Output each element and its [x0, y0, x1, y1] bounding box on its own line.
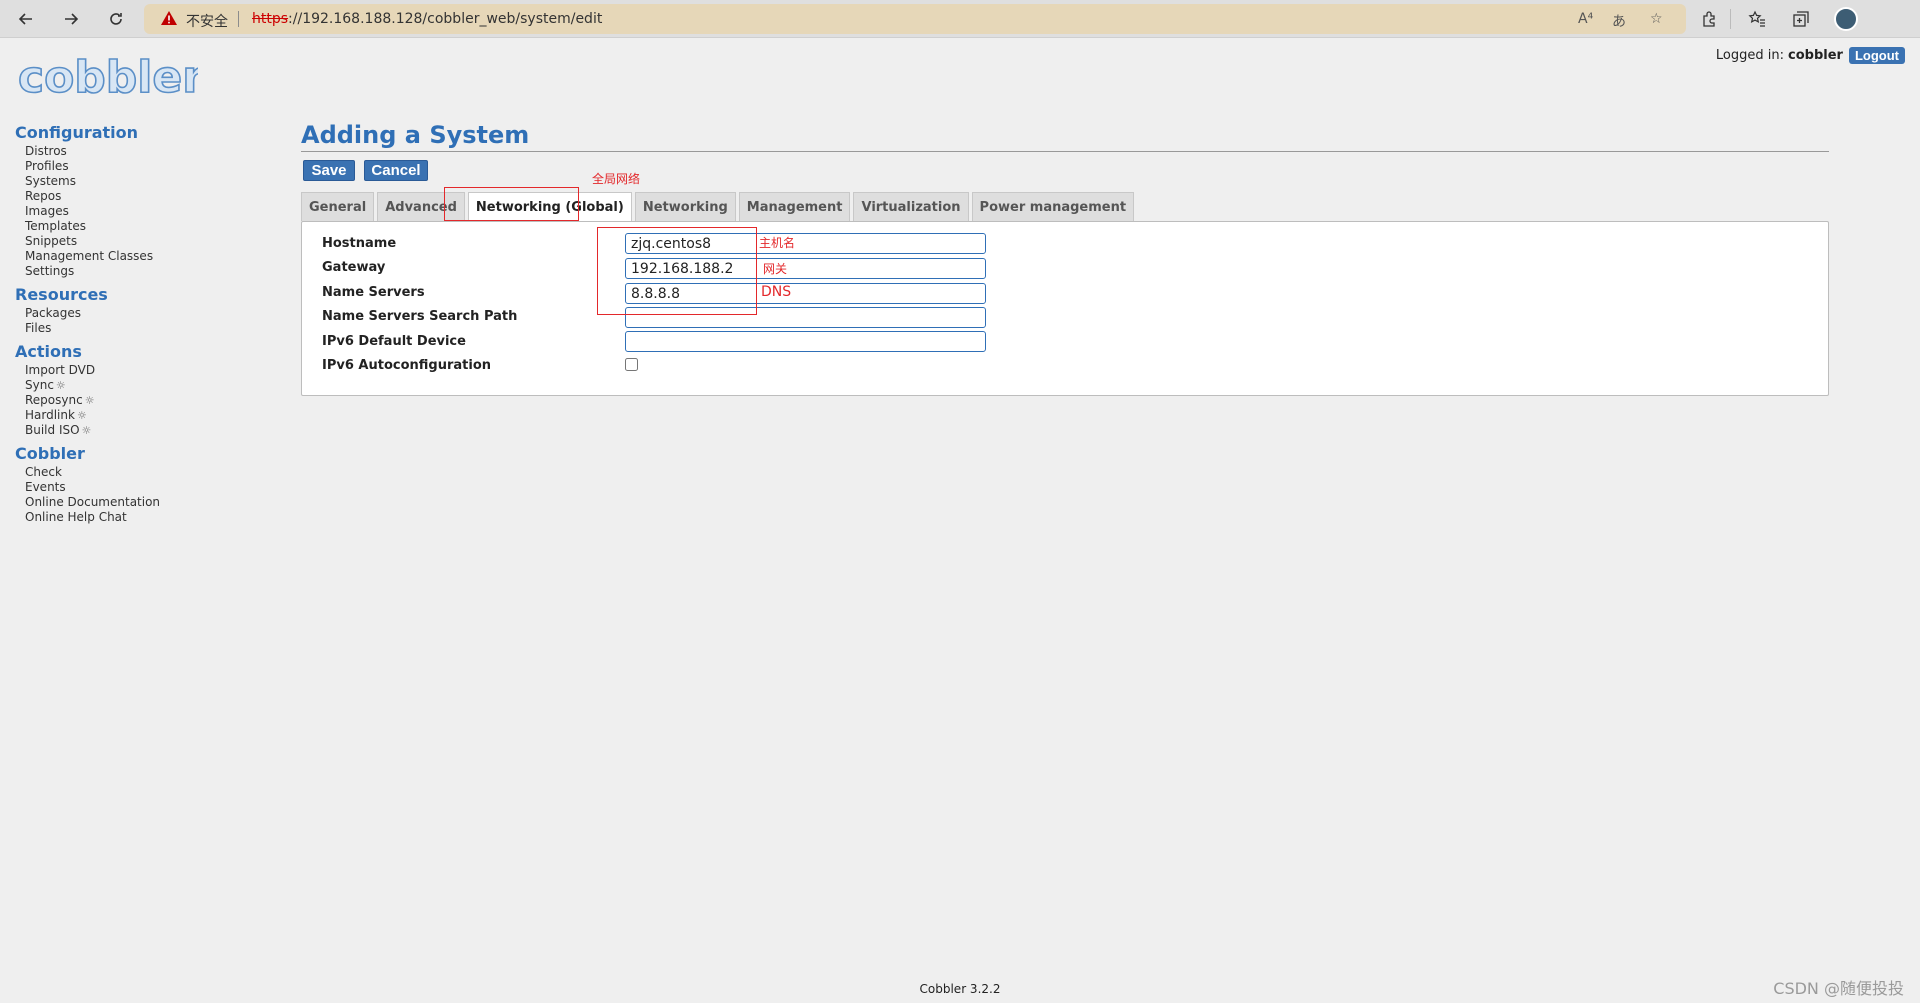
favorite-add-icon[interactable]: ☆ [1650, 11, 1663, 27]
tab-general[interactable]: General [301, 192, 375, 221]
sidebar-item-label: Sync [25, 378, 54, 392]
warning-icon[interactable] [160, 10, 178, 30]
networking-global-panel: Hostname Gateway Name Servers Name Serve… [301, 221, 1829, 396]
sidebar-item-label: Hardlink [25, 408, 75, 422]
address-bar[interactable]: 不安全 https://192.168.188.128/cobbler_web/… [144, 4, 1686, 34]
page: cobbler cobbler Logged in: cobbler Logou… [0, 39, 1920, 1003]
sidebar-heading-configuration[interactable]: Configuration [15, 123, 265, 142]
logout-button[interactable]: Logout [1848, 47, 1905, 64]
reload-icon[interactable] [104, 7, 128, 31]
sidebar-heading-resources[interactable]: Resources [15, 285, 265, 304]
url-path: ://192.168.188.128/cobbler_web/system/ed… [288, 11, 603, 27]
browser-toolbar: 不安全 https://192.168.188.128/cobbler_web/… [0, 0, 1920, 38]
ipv6-default-device-label: IPv6 Default Device [322, 334, 466, 349]
watermark: CSDN @随便投投 [1773, 979, 1904, 998]
logo-text: cobbler [18, 52, 198, 103]
annotation-box-fields [597, 227, 757, 315]
logged-in-user: cobbler [1788, 48, 1843, 63]
tab-networking[interactable]: Networking [634, 192, 736, 221]
toolbar-separator [1730, 9, 1731, 29]
sidebar-item-systems[interactable]: Systems [25, 174, 265, 189]
annotation-gateway: 网关 [763, 262, 788, 276]
profile-avatar[interactable] [1834, 7, 1858, 31]
sidebar-item-settings[interactable]: Settings [25, 264, 265, 279]
gear-icon: ☼ [81, 424, 92, 437]
sidebar-heading-cobbler[interactable]: Cobbler [15, 444, 265, 463]
sidebar-item-packages[interactable]: Packages [25, 306, 265, 321]
page-title: Adding a System [301, 121, 530, 149]
tab-virtualization[interactable]: Virtualization [853, 192, 969, 221]
ipv6-default-device-input[interactable] [625, 331, 986, 352]
sidebar-item-repos[interactable]: Repos [25, 189, 265, 204]
forward-icon[interactable] [59, 7, 83, 31]
tab-management[interactable]: Management [738, 192, 851, 221]
sidebar-list-resources: Packages Files [25, 306, 265, 336]
sidebar-item-build-iso[interactable]: Build ISO ☼ [25, 423, 265, 438]
tab-bar: General Advanced Networking (Global) Net… [301, 192, 1137, 221]
gateway-label: Gateway [322, 260, 386, 275]
sidebar-item-sync[interactable]: Sync ☼ [25, 378, 265, 393]
logged-in-label: Logged in: [1715, 48, 1785, 63]
login-status: Logged in: cobbler Logout [1716, 47, 1905, 64]
sidebar-list-configuration: Distros Profiles Systems Repos Images Te… [25, 144, 265, 279]
annotation-global-network: 全局网络 [592, 172, 641, 186]
annotation-dns: DNS [761, 284, 792, 300]
hostname-label: Hostname [322, 236, 397, 251]
sidebar-item-templates[interactable]: Templates [25, 219, 265, 234]
annotation-hostname: 主机名 [759, 236, 796, 250]
cancel-button[interactable]: Cancel [364, 160, 428, 181]
sidebar-item-label: Build ISO [25, 423, 80, 437]
sidebar-item-profiles[interactable]: Profiles [25, 159, 265, 174]
sidebar-item-files[interactable]: Files [25, 321, 265, 336]
footer-version: Cobbler 3.2.2 [919, 982, 1001, 996]
name-servers-label: Name Servers [322, 285, 425, 300]
address-separator [238, 11, 239, 27]
ipv6-autoconfig-checkbox[interactable] [625, 358, 638, 371]
url-protocol: https [252, 11, 289, 27]
gear-icon: ☼ [55, 379, 66, 392]
sidebar-list-cobbler: Check Events Online Documentation Online… [25, 465, 265, 525]
read-aloud-icon[interactable]: A⁴ [1578, 11, 1593, 27]
extensions-icon[interactable] [1698, 8, 1720, 30]
sidebar-item-import-dvd[interactable]: Import DVD [25, 363, 265, 378]
sidebar-item-online-documentation[interactable]: Online Documentation [25, 495, 265, 510]
annotation-box-tab [444, 187, 579, 221]
sidebar-heading-actions[interactable]: Actions [15, 342, 265, 361]
sidebar-item-reposync[interactable]: Reposync ☼ [25, 393, 265, 408]
title-divider [301, 151, 1829, 152]
back-icon[interactable] [14, 7, 38, 31]
save-button[interactable]: Save [303, 160, 355, 181]
translate-icon[interactable]: あ [1612, 11, 1626, 31]
favorites-icon[interactable] [1746, 8, 1768, 30]
sidebar-item-check[interactable]: Check [25, 465, 265, 480]
sidebar: Configuration Distros Profiles Systems R… [15, 123, 265, 531]
cobbler-logo[interactable]: cobbler cobbler [17, 51, 205, 133]
name-servers-search-label: Name Servers Search Path [322, 309, 518, 324]
sidebar-item-hardlink[interactable]: Hardlink ☼ [25, 408, 265, 423]
sidebar-item-images[interactable]: Images [25, 204, 265, 219]
sidebar-item-events[interactable]: Events [25, 480, 265, 495]
gear-icon: ☼ [76, 409, 87, 422]
collections-icon[interactable] [1790, 8, 1812, 30]
sidebar-item-snippets[interactable]: Snippets [25, 234, 265, 249]
gear-icon: ☼ [84, 394, 95, 407]
tab-power-management[interactable]: Power management [971, 192, 1135, 221]
ipv6-autoconfig-label: IPv6 Autoconfiguration [322, 358, 491, 373]
security-label[interactable]: 不安全 [186, 11, 228, 31]
sidebar-item-label: Reposync [25, 393, 83, 407]
sidebar-item-distros[interactable]: Distros [25, 144, 265, 159]
url-text[interactable]: https://192.168.188.128/cobbler_web/syst… [252, 11, 602, 27]
sidebar-list-actions: Import DVD Sync ☼ Reposync ☼ Hardlink ☼ Bui… [25, 363, 265, 438]
sidebar-item-online-help-chat[interactable]: Online Help Chat [25, 510, 265, 525]
sidebar-item-management-classes[interactable]: Management Classes [25, 249, 265, 264]
